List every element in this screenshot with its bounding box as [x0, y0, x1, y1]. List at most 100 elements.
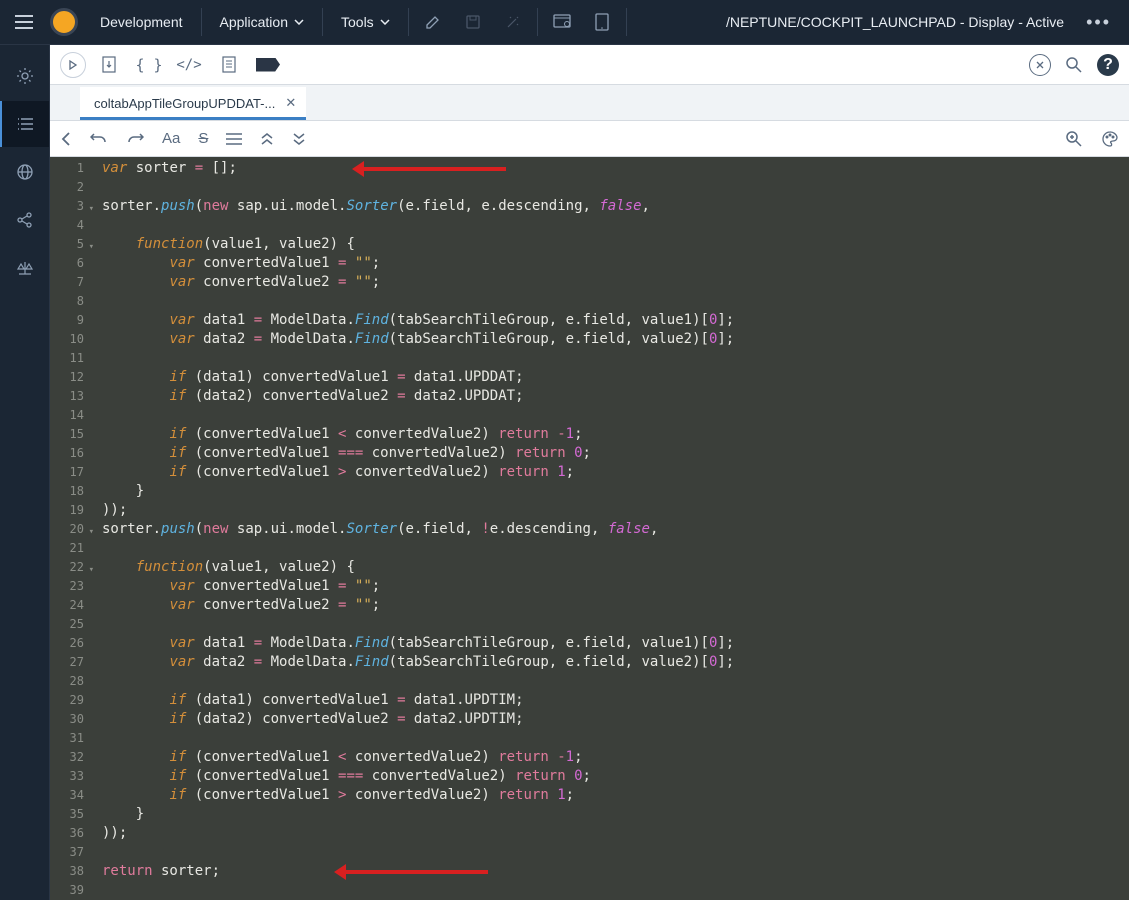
- code-line[interactable]: [102, 615, 1129, 634]
- code-line[interactable]: [102, 881, 1129, 900]
- code-tag-icon[interactable]: </>: [172, 48, 206, 82]
- strikethrough-icon[interactable]: S: [198, 130, 208, 147]
- code-line[interactable]: var convertedValue1 = "";: [102, 577, 1129, 596]
- theme-palette-icon[interactable]: [1101, 130, 1119, 148]
- code-line[interactable]: var data2 = ModelData.Find(tabSearchTile…: [102, 330, 1129, 349]
- line-number: 11: [50, 349, 84, 368]
- line-number: 19: [50, 501, 84, 520]
- code-line[interactable]: if (data2) convertedValue2 = data2.UPDDA…: [102, 387, 1129, 406]
- code-line[interactable]: ));: [102, 501, 1129, 520]
- editor-toolbar: Aa S: [50, 121, 1129, 157]
- code-line[interactable]: function(value1, value2) {: [102, 235, 1129, 254]
- line-number: 1: [50, 159, 84, 178]
- sidebar-globe-icon[interactable]: [0, 149, 49, 195]
- code-line[interactable]: var convertedValue2 = "";: [102, 596, 1129, 615]
- line-number: 12: [50, 368, 84, 387]
- code-line[interactable]: if (data1) convertedValue1 = data1.UPDTI…: [102, 691, 1129, 710]
- line-number: 26: [50, 634, 84, 653]
- edit-pencil-icon[interactable]: [415, 4, 451, 40]
- code-line[interactable]: [102, 349, 1129, 368]
- sidebar-list-icon[interactable]: [0, 101, 49, 147]
- code-line[interactable]: }: [102, 805, 1129, 824]
- code-line[interactable]: [102, 216, 1129, 235]
- code-line[interactable]: if (convertedValue1 < convertedValue2) r…: [102, 425, 1129, 444]
- nav-tools[interactable]: Tools: [329, 0, 402, 45]
- code-line[interactable]: if (convertedValue1 === convertedValue2)…: [102, 767, 1129, 786]
- line-number: 32: [50, 748, 84, 767]
- code-line[interactable]: function(value1, value2) {: [102, 558, 1129, 577]
- code-line[interactable]: if (data1) convertedValue1 = data1.UPDDA…: [102, 368, 1129, 387]
- preview-browser-icon[interactable]: [544, 4, 580, 40]
- zoom-in-icon[interactable]: [1065, 130, 1083, 148]
- line-number: 36: [50, 824, 84, 843]
- content-area: { } </> ? coltabAppTileGroupUPDDAT-...: [50, 45, 1129, 900]
- code-line[interactable]: if (convertedValue1 === convertedValue2)…: [102, 444, 1129, 463]
- collapse-up-icon[interactable]: [260, 132, 274, 146]
- nav-development[interactable]: Development: [88, 0, 195, 45]
- undo-icon[interactable]: [90, 131, 108, 147]
- app-logo-icon[interactable]: [50, 8, 78, 36]
- page-title: /NEPTUNE/COCKPIT_LAUNCHPAD - Display - A…: [726, 14, 1064, 30]
- run-icon[interactable]: [60, 52, 86, 78]
- code-line[interactable]: [102, 539, 1129, 558]
- braces-icon[interactable]: { }: [132, 48, 166, 82]
- chevron-down-icon: [294, 19, 304, 25]
- separator: [201, 8, 202, 36]
- code-line[interactable]: var data1 = ModelData.Find(tabSearchTile…: [102, 634, 1129, 653]
- menu-icon[interactable]: [8, 6, 40, 38]
- code-line[interactable]: return sorter;: [102, 862, 1129, 881]
- code-line[interactable]: }: [102, 482, 1129, 501]
- code-line[interactable]: sorter.push(new sap.ui.model.Sorter(e.fi…: [102, 197, 1129, 216]
- line-number: 38: [50, 862, 84, 881]
- search-icon[interactable]: [1057, 48, 1091, 82]
- sidebar-share-icon[interactable]: [0, 197, 49, 243]
- code-line[interactable]: sorter.push(new sap.ui.model.Sorter(e.fi…: [102, 520, 1129, 539]
- back-icon[interactable]: [60, 131, 72, 147]
- line-number: 7: [50, 273, 84, 292]
- nav-application[interactable]: Application: [208, 0, 317, 45]
- annotation-arrow: [338, 870, 488, 874]
- code-line[interactable]: var data1 = ModelData.Find(tabSearchTile…: [102, 311, 1129, 330]
- code-line[interactable]: [102, 843, 1129, 862]
- line-number: 18: [50, 482, 84, 501]
- cancel-icon[interactable]: [1029, 54, 1051, 76]
- code-line[interactable]: if (convertedValue1 > convertedValue2) r…: [102, 786, 1129, 805]
- code-line[interactable]: if (convertedValue1 < convertedValue2) r…: [102, 748, 1129, 767]
- sidebar-settings-icon[interactable]: [0, 53, 49, 99]
- code-line[interactable]: [102, 406, 1129, 425]
- line-number: 27: [50, 653, 84, 672]
- code-line[interactable]: var convertedValue1 = "";: [102, 254, 1129, 273]
- code-line[interactable]: ));: [102, 824, 1129, 843]
- line-number: 22▾: [50, 558, 84, 577]
- code-line[interactable]: if (data2) convertedValue2 = data2.UPDTI…: [102, 710, 1129, 729]
- preview-tablet-icon[interactable]: [584, 4, 620, 40]
- line-number: 17: [50, 463, 84, 482]
- line-number: 3▾: [50, 197, 84, 216]
- editor-tab[interactable]: coltabAppTileGroupUPDDAT-... ✕: [80, 87, 306, 120]
- annotation-arrow: [356, 167, 506, 171]
- code-editor[interactable]: 123▾45▾67891011121314151617181920▾2122▾2…: [50, 157, 1129, 900]
- download-file-icon[interactable]: [92, 48, 126, 82]
- line-number: 14: [50, 406, 84, 425]
- code-content[interactable]: var sorter = []; sorter.push(new sap.ui.…: [90, 157, 1129, 900]
- flag-icon[interactable]: [256, 58, 280, 72]
- lines-icon[interactable]: [226, 133, 242, 145]
- code-line[interactable]: [102, 729, 1129, 748]
- close-tab-icon[interactable]: ✕: [285, 95, 296, 111]
- code-line[interactable]: var convertedValue2 = "";: [102, 273, 1129, 292]
- code-line[interactable]: var sorter = [];: [102, 159, 1129, 178]
- more-menu-icon[interactable]: •••: [1076, 12, 1121, 33]
- font-case-icon[interactable]: Aa: [162, 130, 180, 147]
- separator: [626, 8, 627, 36]
- sidebar-scale-icon[interactable]: [0, 245, 49, 291]
- line-number: 25: [50, 615, 84, 634]
- code-line[interactable]: if (convertedValue1 > convertedValue2) r…: [102, 463, 1129, 482]
- redo-icon[interactable]: [126, 131, 144, 147]
- document-icon[interactable]: [212, 48, 246, 82]
- help-icon[interactable]: ?: [1097, 54, 1119, 76]
- code-line[interactable]: [102, 292, 1129, 311]
- expand-down-icon[interactable]: [292, 132, 306, 146]
- code-line[interactable]: [102, 178, 1129, 197]
- code-line[interactable]: var data2 = ModelData.Find(tabSearchTile…: [102, 653, 1129, 672]
- code-line[interactable]: [102, 672, 1129, 691]
